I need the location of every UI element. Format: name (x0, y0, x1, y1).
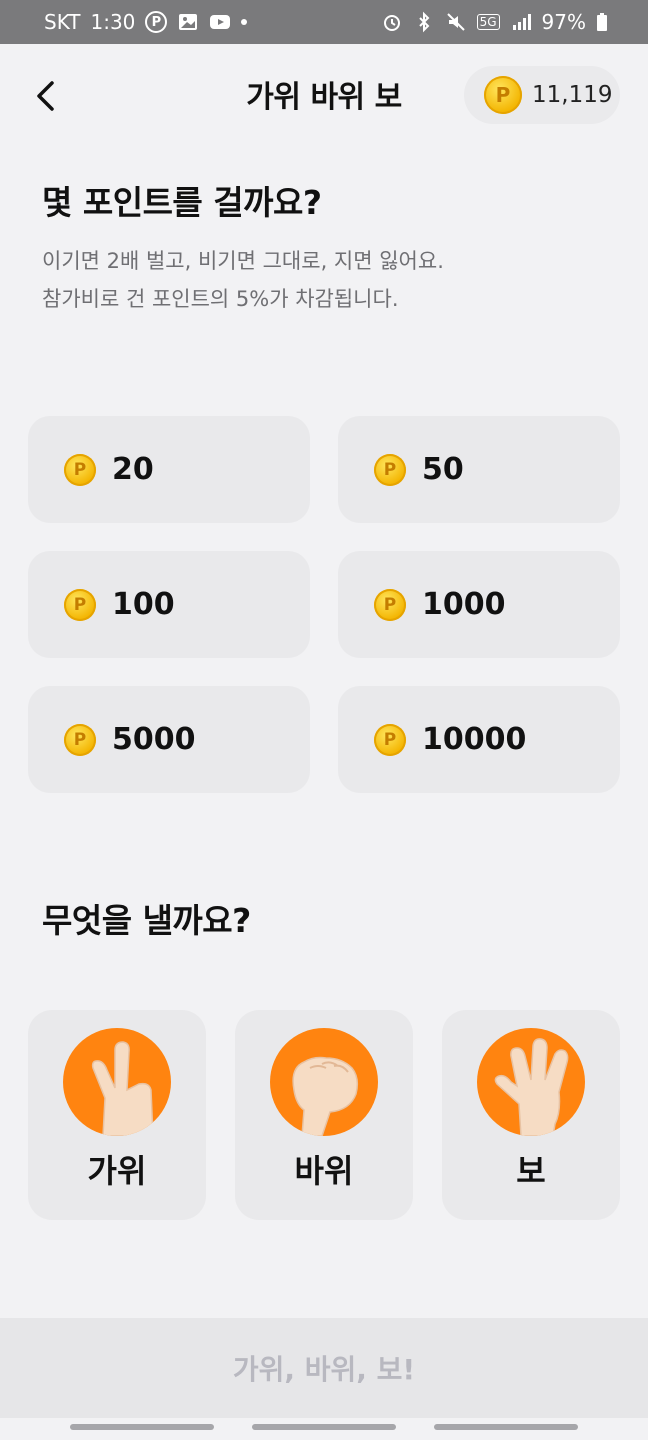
choice-label: 보 (516, 1152, 546, 1190)
system-navigation-bar (0, 1418, 648, 1440)
bet-amount: 10000 (422, 722, 527, 757)
choice-section-title: 무엇을 낼까요? (42, 901, 251, 940)
bet-description-line2: 참가비로 건 포인트의 5%가 차감됩니다. (42, 287, 399, 311)
alarm-icon (383, 15, 400, 31)
choice-label: 가위 (87, 1152, 147, 1190)
choice-scissors[interactable]: 가위 (28, 1010, 206, 1220)
header: 가위 바위 보 P 11,119 (0, 44, 648, 148)
parking-app-icon: P (145, 11, 168, 33)
battery-percent: 97% (541, 10, 586, 34)
bet-amount: 20 (112, 452, 154, 487)
rock-fist-icon (270, 1028, 378, 1136)
carrier-label: SKT (44, 10, 81, 34)
point-coin-icon: P (374, 588, 406, 621)
point-coin-icon: P (64, 453, 96, 486)
point-coin-icon: P (484, 76, 522, 114)
bet-option-10000[interactable]: P 10000 (338, 686, 620, 793)
submit-button[interactable]: 가위, 바위, 보! (0, 1318, 648, 1418)
paper-hand-icon (477, 1028, 585, 1136)
point-coin-icon: P (64, 723, 96, 756)
mute-icon (446, 13, 465, 31)
gallery-icon (179, 14, 198, 30)
bet-amount: 1000 (422, 587, 506, 622)
bluetooth-icon (418, 11, 430, 33)
choice-paper[interactable]: 보 (442, 1010, 620, 1220)
balance-value: 11,119 (532, 82, 613, 108)
status-right: 5G 97% (381, 10, 608, 34)
bet-description: 이기면 2배 벌고, 비기면 그대로, 지면 잃어요. 참가비로 건 포인트의 … (42, 242, 444, 318)
bet-options: P 20 P 50 P 100 P 1000 P 5000 P 10000 (28, 416, 620, 793)
choice-rock[interactable]: 바위 (235, 1010, 413, 1220)
bet-option-5000[interactable]: P 5000 (28, 686, 310, 793)
point-coin-icon: P (64, 588, 96, 621)
point-balance[interactable]: P 11,119 (464, 66, 620, 124)
signal-icon (512, 14, 531, 30)
bet-description-line1: 이기면 2배 벌고, 비기면 그대로, 지면 잃어요. (42, 249, 444, 273)
bet-option-50[interactable]: P 50 (338, 416, 620, 523)
youtube-icon (210, 15, 231, 29)
bet-amount: 100 (112, 587, 175, 622)
point-coin-icon: P (374, 453, 406, 486)
nav-back[interactable] (434, 1424, 578, 1430)
bet-amount: 5000 (112, 722, 196, 757)
nav-home[interactable] (252, 1424, 396, 1430)
network-type: 5G (476, 14, 500, 30)
clock: 1:30 (90, 10, 136, 34)
bet-option-1000[interactable]: P 1000 (338, 551, 620, 658)
bet-option-20[interactable]: P 20 (28, 416, 310, 523)
status-bar: SKT 1:30 P 5G 97% (0, 0, 648, 44)
nav-recent-apps[interactable] (70, 1424, 214, 1430)
point-coin-icon: P (374, 723, 406, 756)
bet-section-title: 몇 포인트를 걸까요? (42, 183, 322, 222)
bet-option-100[interactable]: P 100 (28, 551, 310, 658)
battery-icon (597, 13, 607, 31)
choice-label: 바위 (294, 1152, 354, 1190)
more-notifications-dot-icon (241, 19, 248, 25)
status-left: SKT 1:30 P (44, 10, 248, 34)
scissors-hand-icon (63, 1028, 171, 1136)
choice-options: 가위 바위 보 (28, 1010, 620, 1220)
submit-label: 가위, 바위, 보! (232, 1353, 416, 1386)
bet-amount: 50 (422, 452, 464, 487)
